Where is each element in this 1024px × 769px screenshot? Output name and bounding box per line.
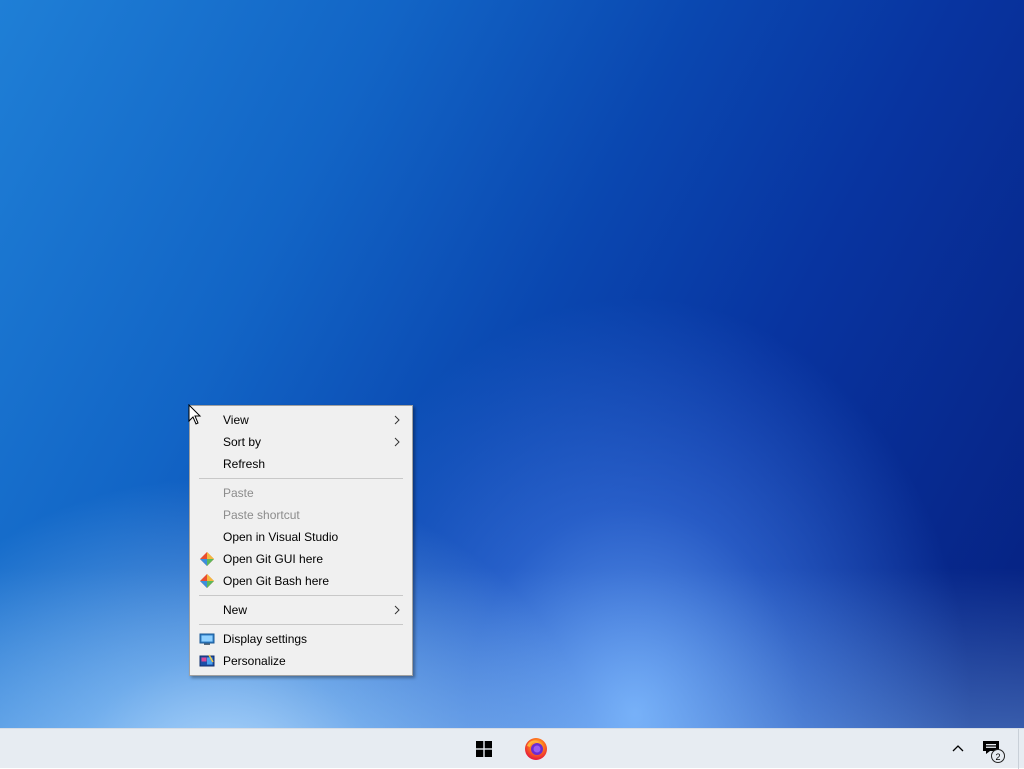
chevron-right-icon <box>394 437 400 447</box>
git-icon <box>200 574 214 588</box>
menu-separator <box>199 478 403 479</box>
menu-item-label: Open Git Bash here <box>223 574 330 588</box>
taskbar-firefox-button[interactable] <box>516 729 556 769</box>
menu-item-label: New <box>223 603 248 617</box>
desktop-background[interactable] <box>0 0 1024 728</box>
menu-item-label: Personalize <box>223 654 286 668</box>
action-center-button[interactable]: 2 <box>978 729 1008 769</box>
chevron-up-icon <box>952 745 964 752</box>
menu-item-paste[interactable]: Paste <box>190 482 412 504</box>
menu-item-refresh[interactable]: Refresh <box>190 453 412 475</box>
menu-item-new[interactable]: New <box>190 599 412 621</box>
chevron-right-icon <box>394 415 400 425</box>
menu-item-display-settings[interactable]: Display settings <box>190 628 412 650</box>
show-desktop-button[interactable] <box>1018 729 1024 769</box>
menu-item-open-in-visual-studio[interactable]: Open in Visual Studio <box>190 526 412 548</box>
menu-item-label: Open Git GUI here <box>223 552 324 566</box>
menu-item-label: Display settings <box>223 632 308 646</box>
menu-item-label: Paste <box>223 486 254 500</box>
notification-count-badge: 2 <box>991 749 1005 763</box>
menu-item-open-git-bash[interactable]: Open Git Bash here <box>190 570 412 592</box>
desktop-context-menu: View Sort by Refresh Paste Paste shortcu… <box>189 405 413 676</box>
tray-overflow-button[interactable] <box>946 729 970 769</box>
menu-item-label: Open in Visual Studio <box>223 530 339 544</box>
windows-logo-icon <box>476 741 492 757</box>
start-button[interactable] <box>464 729 504 769</box>
git-icon <box>200 552 214 566</box>
menu-separator <box>199 624 403 625</box>
menu-item-personalize[interactable]: Personalize <box>190 650 412 672</box>
menu-item-label: Refresh <box>223 457 266 471</box>
menu-item-view[interactable]: View <box>190 409 412 431</box>
menu-item-open-git-gui[interactable]: Open Git GUI here <box>190 548 412 570</box>
menu-item-label: Sort by <box>223 435 262 449</box>
chevron-right-icon <box>394 605 400 615</box>
mouse-pointer-icon <box>188 404 202 425</box>
taskbar: 2 <box>0 728 1024 769</box>
menu-item-paste-shortcut[interactable]: Paste shortcut <box>190 504 412 526</box>
firefox-icon <box>525 738 547 760</box>
display-icon <box>199 633 215 645</box>
menu-item-label: View <box>223 413 249 427</box>
menu-item-label: Paste shortcut <box>223 508 300 522</box>
personalize-icon <box>199 654 215 667</box>
menu-item-sort-by[interactable]: Sort by <box>190 431 412 453</box>
menu-separator <box>199 595 403 596</box>
